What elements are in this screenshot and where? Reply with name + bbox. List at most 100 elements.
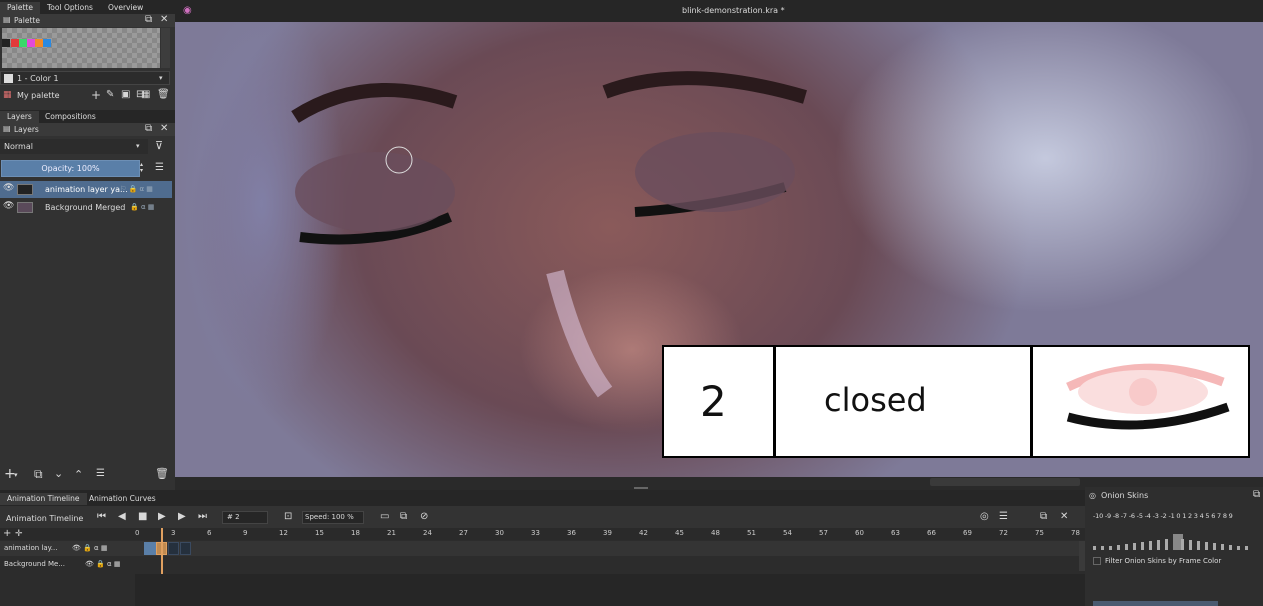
layer-props-icons[interactable]: ⚐ 🔒 α ▦ xyxy=(120,183,153,195)
layer-properties-icon[interactable]: ☰ xyxy=(96,468,105,480)
onion-opacity-bar[interactable] xyxy=(1133,543,1136,550)
swatch-blue[interactable] xyxy=(43,39,51,47)
onion-opacity-bar[interactable] xyxy=(1205,542,1208,550)
drop-frames-icon[interactable]: ▭ xyxy=(380,511,389,523)
onion-opacity-bar[interactable] xyxy=(1101,546,1104,550)
add-icon[interactable]: + xyxy=(3,528,11,540)
palette-swatch-grid[interactable] xyxy=(2,28,160,68)
layer-props-icons[interactable]: 🔒 α ▦ xyxy=(130,201,154,213)
frame-ruler[interactable]: 0 3 6 9 12 15 18 21 24 27 30 33 36 39 42 45 48 51 54 57 60 63… xyxy=(135,528,1085,540)
filter-checkbox[interactable] xyxy=(1093,557,1101,565)
save-icon[interactable]: ▣ xyxy=(121,89,130,101)
chevron-down-icon[interactable]: ▾ xyxy=(159,72,163,84)
swatch-magenta[interactable] xyxy=(27,39,35,47)
onion-opacity-bar[interactable] xyxy=(1181,539,1184,550)
onion-skin-toggle-icon[interactable]: ⧉ xyxy=(400,511,407,523)
next-frame-icon[interactable]: ▶ xyxy=(178,511,186,523)
duplicate-layer-icon[interactable]: ⧉ xyxy=(34,468,43,480)
move-down-icon[interactable]: ⌄ xyxy=(54,468,63,480)
float-docker-icon[interactable]: ⧉ xyxy=(145,14,152,26)
stepper-icon[interactable]: ▴ ▾ xyxy=(140,162,143,174)
painting-canvas[interactable]: 2 closed xyxy=(175,22,1263,477)
onion-opacity-bar[interactable] xyxy=(1157,540,1160,550)
layer-row-animation[interactable]: 👁 animation layer ya... ⚐ 🔒 α ▦ xyxy=(0,181,172,198)
frame-number-input[interactable]: # 2 xyxy=(222,511,268,524)
opacity-slider[interactable]: Opacity: 100% xyxy=(1,160,140,177)
onion-opacity-bar[interactable] xyxy=(1189,540,1192,550)
onion-opacity-bar[interactable] xyxy=(1117,545,1120,550)
tab-animation-curves[interactable]: Animation Curves xyxy=(82,493,163,505)
onion-opacity-bar[interactable] xyxy=(1125,544,1128,550)
palette-header: Palette ▤ ⧉ ✕ xyxy=(0,14,175,27)
edit-icon[interactable]: ✎ xyxy=(106,89,114,101)
float-docker-icon[interactable]: ⧉ xyxy=(1040,511,1047,523)
timeline-menu-icon[interactable]: ☰ xyxy=(999,511,1008,523)
visibility-eye-icon[interactable]: 👁 xyxy=(3,183,14,193)
move-up-icon[interactable]: ⌃ xyxy=(74,469,83,481)
tab-tool-options[interactable]: Tool Options xyxy=(40,2,100,14)
frame-cell[interactable] xyxy=(180,542,191,555)
tab-animation-timeline[interactable]: Animation Timeline xyxy=(0,493,87,505)
visibility-eye-icon[interactable]: 👁 xyxy=(3,201,14,211)
frame-cell[interactable] xyxy=(168,542,179,555)
delete-icon[interactable]: 🗑 xyxy=(157,89,170,101)
onion-opacity-bar[interactable] xyxy=(1221,544,1224,550)
swatch-green[interactable] xyxy=(19,39,27,47)
onion-opacity-bar[interactable] xyxy=(1213,543,1216,550)
track-props-icons[interactable]: 👁 🔒 α ▦ xyxy=(72,542,108,554)
filter-icon[interactable]: ⊽ xyxy=(155,140,163,152)
speed-input[interactable]: Speed: 100 % xyxy=(302,511,364,524)
close-docker-icon[interactable]: ✕ xyxy=(160,14,168,26)
tab-compositions[interactable]: Compositions xyxy=(38,111,103,123)
onion-opacity-bar[interactable] xyxy=(1165,539,1168,550)
close-docker-icon[interactable]: ✕ xyxy=(160,123,168,135)
swatch-orange[interactable] xyxy=(35,39,43,47)
onion-opacity-bar[interactable] xyxy=(1109,546,1112,550)
color-selector[interactable]: 1 - Color 1 ▾ xyxy=(0,71,170,85)
track-props-icons[interactable]: 👁 🔒 α ▦ xyxy=(85,558,121,570)
chevron-down-icon[interactable]: ▾ xyxy=(14,469,18,481)
previous-frame-icon[interactable]: ◀ xyxy=(118,511,126,523)
ruler-tick: 75 xyxy=(1035,529,1044,537)
palette-scrollbar[interactable] xyxy=(161,28,170,68)
onion-skins-icon[interactable]: ◎ xyxy=(980,511,989,523)
ruler-tick: 45 xyxy=(675,529,684,537)
swatch-red[interactable] xyxy=(11,39,19,47)
onion-opacity-bar[interactable] xyxy=(1237,546,1240,550)
document-titlebar: ◉ blink-demonstration.kra * xyxy=(175,0,1263,22)
chevron-down-icon[interactable]: ▾ xyxy=(136,140,140,152)
playhead[interactable] xyxy=(161,528,163,574)
first-frame-icon[interactable]: ⏮ xyxy=(97,511,106,523)
onion-opacity-bar[interactable] xyxy=(1149,541,1152,550)
swatch-black[interactable] xyxy=(2,39,10,47)
float-docker-icon[interactable]: ⧉ xyxy=(1253,489,1260,501)
play-icon[interactable]: ▶ xyxy=(158,511,166,523)
fit-frame-icon[interactable]: ⊡ xyxy=(284,511,292,523)
tab-layers[interactable]: Layers xyxy=(0,111,39,123)
onion-opacity-bar[interactable] xyxy=(1229,545,1232,550)
onion-opacity-bar[interactable] xyxy=(1245,546,1248,550)
stop-icon[interactable]: ■ xyxy=(138,511,147,523)
blend-mode-select[interactable]: Normal ▾ xyxy=(0,139,148,154)
float-docker-icon[interactable]: ⧉ xyxy=(145,123,152,135)
delete-layer-icon[interactable]: 🗑 xyxy=(155,468,169,480)
add-icon[interactable]: + xyxy=(91,89,101,101)
onion-opacity-bar[interactable] xyxy=(1141,542,1144,550)
menu-icon[interactable]: ☰ xyxy=(155,162,164,174)
keyframe-0[interactable] xyxy=(144,542,156,555)
splitter-handle[interactable] xyxy=(634,487,648,489)
tab-palette[interactable]: Palette xyxy=(0,2,40,14)
left-docker-panel: Palette Tool Options Overview Palette ▤ … xyxy=(0,0,175,490)
tab-overview[interactable]: Overview xyxy=(101,2,150,14)
last-frame-icon[interactable]: ⏭ xyxy=(198,511,207,523)
canvas-horizontal-scrollbar[interactable] xyxy=(930,478,1080,486)
onion-opacity-bars[interactable] xyxy=(1093,525,1258,550)
onion-opacity-bar[interactable] xyxy=(1093,546,1096,550)
close-docker-icon[interactable]: ✕ xyxy=(1060,511,1068,523)
onion-color-bar[interactable] xyxy=(1093,601,1218,606)
grid-icon[interactable]: ▦ xyxy=(141,89,150,101)
auto-key-icon[interactable]: ⊘ xyxy=(420,511,428,523)
onion-opacity-bar[interactable] xyxy=(1197,541,1200,550)
layer-row-background[interactable]: 👁 Background Merged 🔒 α ▦ xyxy=(0,199,172,216)
pin-icon[interactable]: ✛ xyxy=(15,528,23,540)
